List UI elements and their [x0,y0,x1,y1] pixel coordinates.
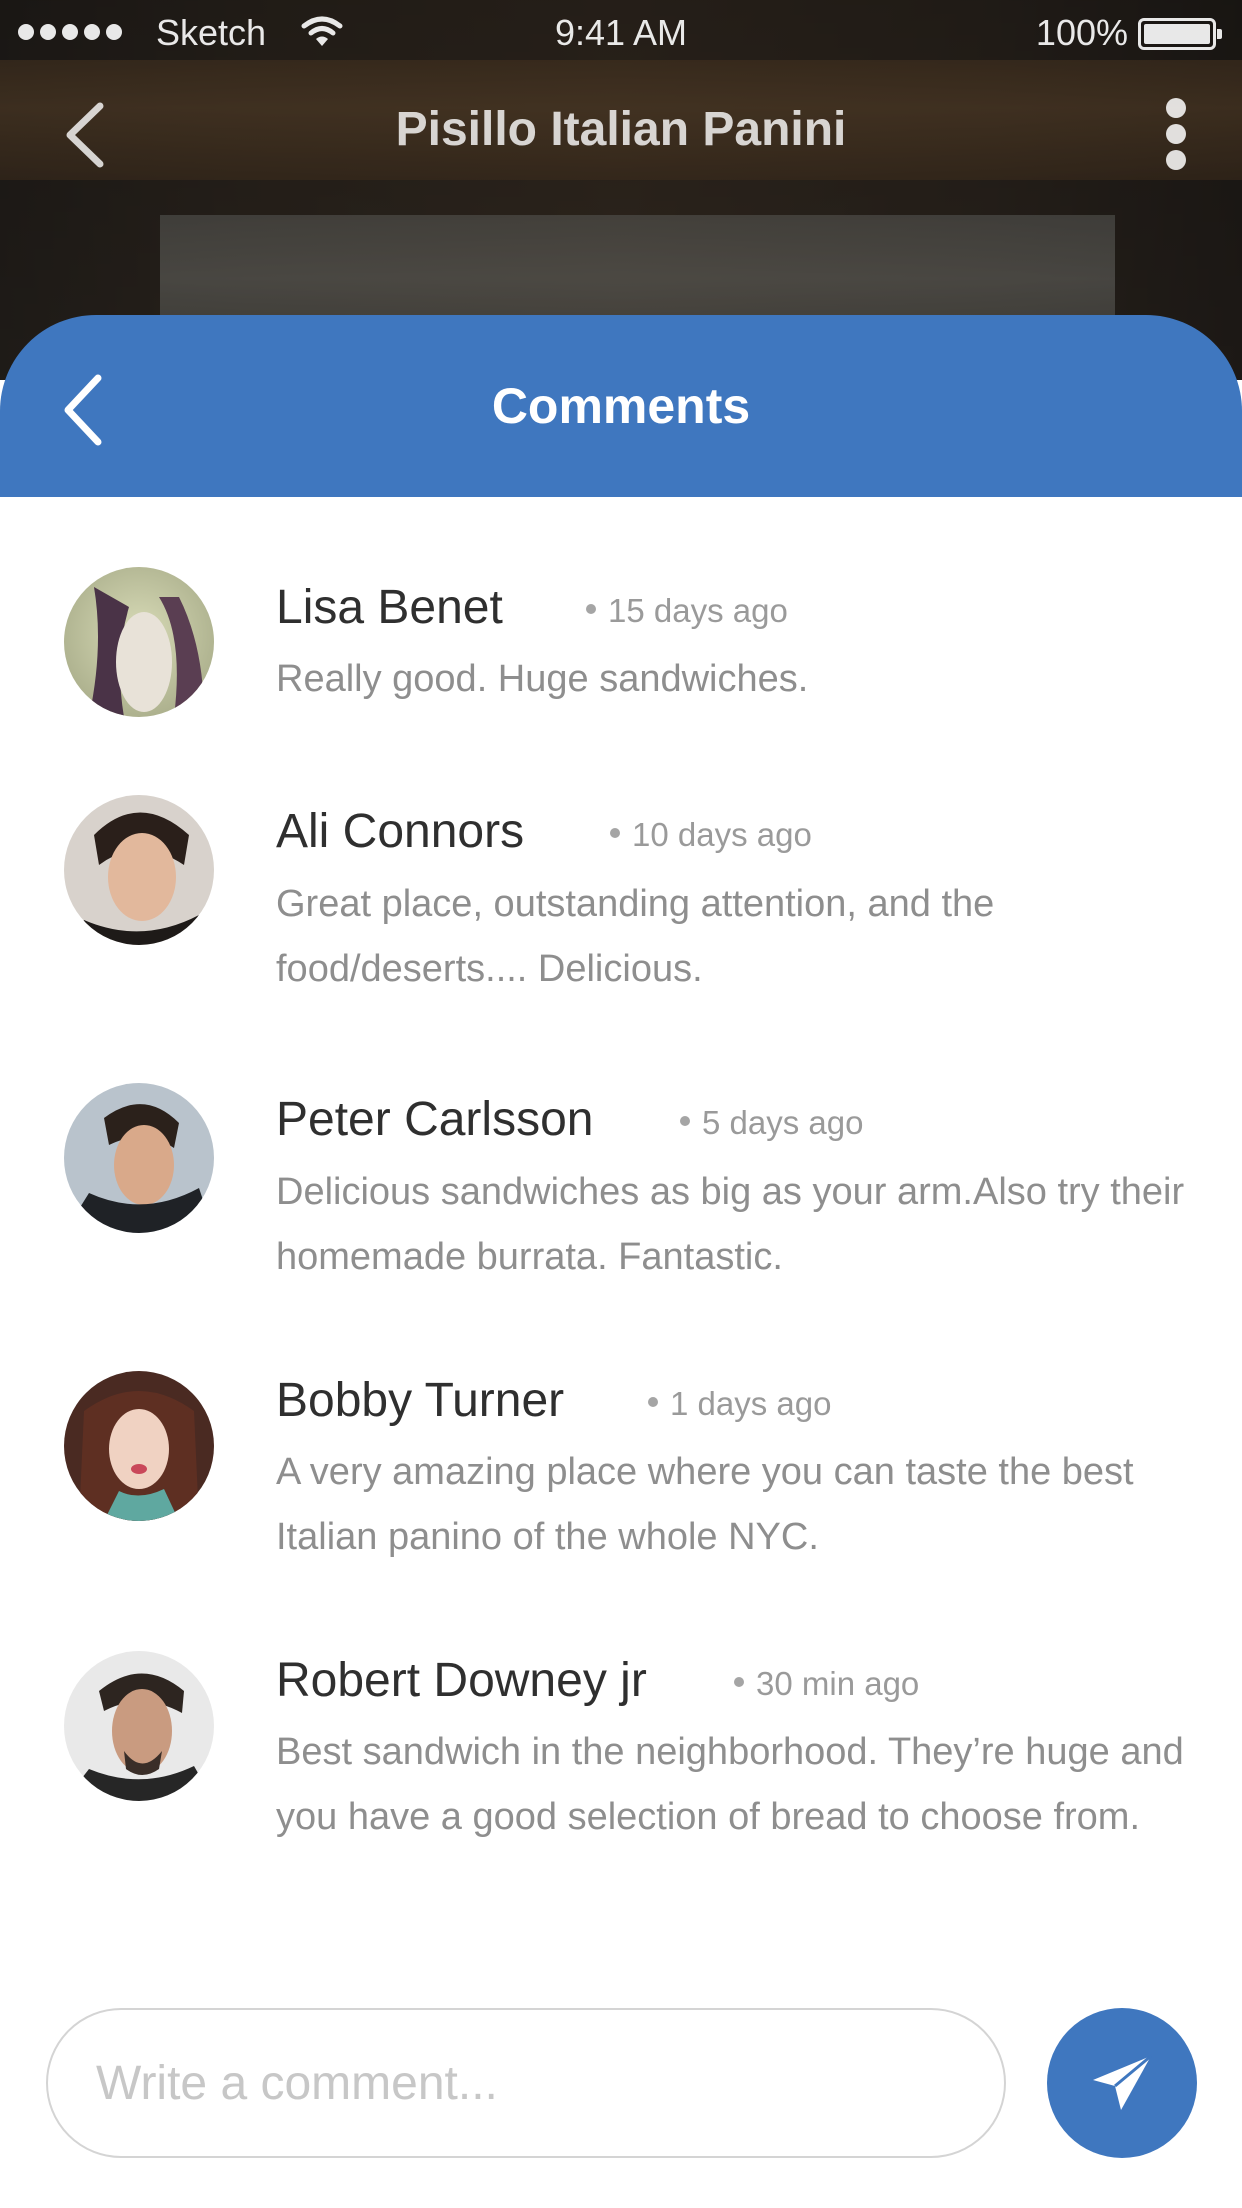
comment-time: 1 days ago [648,1385,831,1423]
comment-time: 5 days ago [680,1104,863,1142]
battery-icon [1138,18,1222,50]
comment-time: 15 days ago [586,592,788,630]
comment-input-container [46,2008,1006,2158]
comment-author[interactable]: Bobby Turner [276,1373,564,1428]
restaurant-nav-bar: Pisillo Italian Panini [0,80,1242,185]
send-button[interactable] [1047,2008,1197,2158]
comment-input[interactable] [48,2010,1004,2156]
more-options-button[interactable] [1158,98,1194,170]
comment-author[interactable]: Lisa Benet [276,580,503,635]
avatar[interactable] [64,1651,214,1801]
comment-text: A very amazing place where you can taste… [276,1451,1134,1558]
send-icon [1093,2054,1152,2110]
comment-text: Really good. Huge sandwiches. [276,658,809,700]
restaurant-title: Pisillo Italian Panini [395,103,847,156]
comment-time: 10 days ago [610,816,812,854]
comment-text: Delicious sandwiches as big as your arm.… [276,1171,1185,1278]
comments-title: Comments [491,378,751,434]
status-bar: Sketch 9:41 AM 100% [0,0,1242,64]
avatar[interactable] [64,1371,214,1521]
comment-text: Best sandwich in the neighborhood. They’… [276,1731,1184,1838]
comment-time: 30 min ago [734,1665,919,1703]
comment-author[interactable]: Ali Connors [276,804,524,859]
more-vertical-icon [1166,98,1186,118]
comments-header: Comments [0,315,1242,497]
comment-author[interactable]: Peter Carlsson [276,1092,593,1147]
comment-text: Great place, outstanding attention, and … [276,883,995,990]
avatar[interactable] [64,1083,214,1233]
avatar[interactable] [64,795,214,945]
battery-percentage: 100% [1035,12,1128,53]
avatar[interactable] [64,567,214,717]
comment-author[interactable]: Robert Downey jr [276,1653,647,1708]
